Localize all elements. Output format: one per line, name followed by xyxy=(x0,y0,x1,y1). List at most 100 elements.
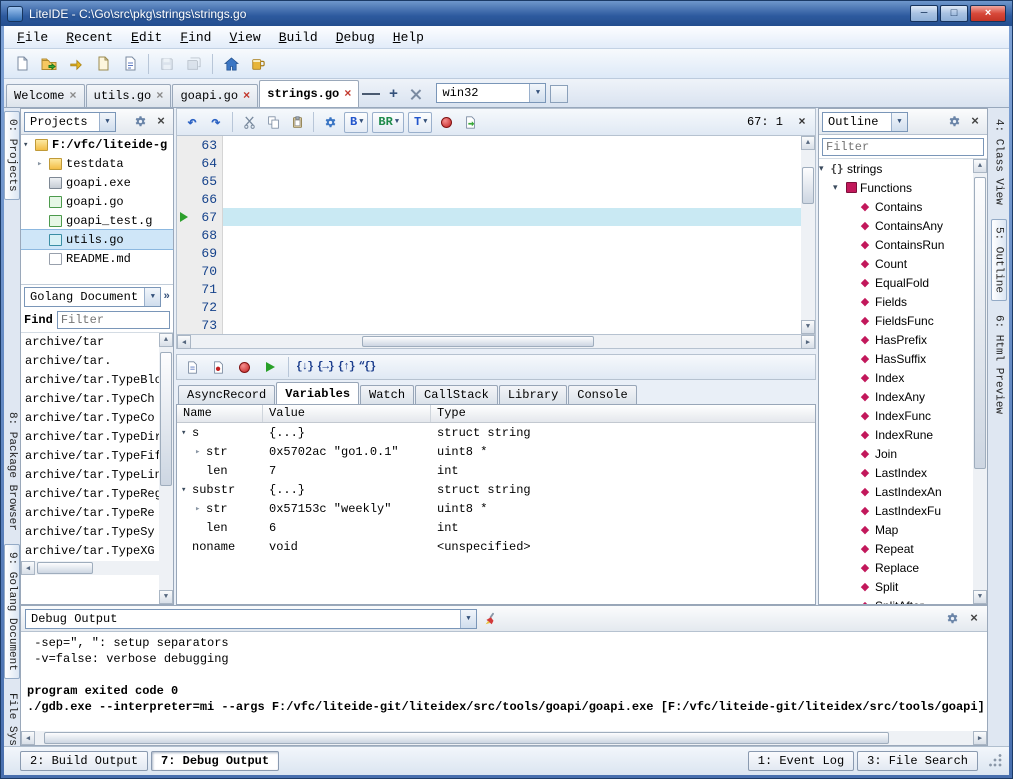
close-editor-icon[interactable] xyxy=(793,115,811,129)
list-item[interactable]: archive/tar.TypeReg xyxy=(21,485,159,504)
status-tab-button[interactable]: 2: Build Output xyxy=(20,751,148,771)
tree-item[interactable]: goapi.exe xyxy=(21,173,173,192)
outline-view-combobox[interactable]: Outline xyxy=(822,112,908,132)
list-item[interactable]: archive/tar.TypeFif xyxy=(21,447,159,466)
undo-icon[interactable] xyxy=(181,111,203,133)
step-into-icon[interactable]: {↓} xyxy=(296,361,313,373)
home-button[interactable] xyxy=(219,52,243,76)
list-item[interactable]: archive/tar.TypeDir xyxy=(21,428,159,447)
stop-debug-icon[interactable] xyxy=(233,356,255,378)
editor-gutter[interactable]: 64 xyxy=(177,154,223,172)
scroll-left-icon[interactable] xyxy=(21,561,35,575)
expander-icon[interactable] xyxy=(833,182,844,193)
tree-item[interactable]: testdata xyxy=(21,154,173,173)
code-editor[interactable]: 63 } xyxy=(176,135,816,335)
editor-gutter[interactable]: 67 xyxy=(177,208,223,226)
menu-item[interactable]: Find xyxy=(171,27,220,48)
outline-item[interactable]: ContainsAny xyxy=(819,216,973,235)
expander-icon[interactable] xyxy=(37,159,48,169)
save-all-button[interactable] xyxy=(182,52,206,76)
close-tab-icon[interactable] xyxy=(243,91,250,101)
tree-item[interactable]: F:/vfc/liteide-g xyxy=(21,135,173,154)
close-tab-icon[interactable] xyxy=(156,91,163,101)
panel-menu-gear-icon[interactable] xyxy=(131,113,149,131)
menu-item[interactable]: File xyxy=(8,27,57,48)
outline-item[interactable]: Contains xyxy=(819,197,973,216)
dock-tab[interactable]: 0: Projects xyxy=(4,111,20,200)
editor-gutter[interactable]: 63 xyxy=(177,136,223,154)
list-item[interactable]: archive/tar.TypeLin xyxy=(21,466,159,485)
godoc-filter-input[interactable] xyxy=(57,311,170,329)
table-row[interactable]: len 6 int xyxy=(177,518,815,537)
scroll-left-icon[interactable] xyxy=(177,335,191,349)
build-button[interactable]: B xyxy=(344,112,368,133)
editor-gutter[interactable]: 71 xyxy=(177,280,223,298)
run-to-line-icon[interactable]: “{} xyxy=(358,361,375,373)
outline-item[interactable]: Replace xyxy=(819,558,973,577)
outline-filter-input[interactable] xyxy=(822,138,984,156)
debug-output-text[interactable]: -sep=", ": setup separators -v=false: ve… xyxy=(21,632,987,731)
outline-item[interactable]: ContainsRun xyxy=(819,235,973,254)
table-row[interactable]: str 0x57153c "weekly" uint8 * xyxy=(177,499,815,518)
list-item[interactable]: archive/tar.TypeCh xyxy=(21,390,159,409)
outline-item[interactable]: IndexRune xyxy=(819,425,973,444)
dock-tab[interactable]: 4: Class View xyxy=(991,111,1007,213)
document-tab[interactable]: utils.go xyxy=(86,84,172,107)
open-project-button[interactable] xyxy=(37,52,61,76)
target-settings-button[interactable] xyxy=(550,85,568,103)
status-tab-button[interactable]: 1: Event Log xyxy=(748,751,854,771)
document-tab[interactable]: goapi.go xyxy=(172,84,258,107)
close-tab-icon[interactable] xyxy=(344,89,351,99)
column-header[interactable]: Value xyxy=(263,405,431,422)
file-properties-button[interactable] xyxy=(118,52,142,76)
show-current-line-icon[interactable] xyxy=(181,356,203,378)
output-view-combobox[interactable]: Debug Output xyxy=(25,609,477,629)
document-tab[interactable]: Welcome xyxy=(6,84,85,107)
table-row[interactable]: s {...} struct string xyxy=(177,423,815,442)
menu-item[interactable]: Debug xyxy=(327,27,384,48)
list-item[interactable]: archive/tar. xyxy=(21,352,159,371)
insert-breakpoint-icon[interactable] xyxy=(207,356,229,378)
dock-tab[interactable]: 5: Outline xyxy=(991,219,1007,301)
outline-item[interactable]: LastIndex xyxy=(819,463,973,482)
outline-item[interactable]: IndexFunc xyxy=(819,406,973,425)
tree-item[interactable]: goapi_test.g xyxy=(21,211,173,230)
list-item[interactable]: archive/tar.TypeRe xyxy=(21,504,159,523)
close-all-tabs-icon[interactable] xyxy=(405,84,425,104)
expander-icon[interactable] xyxy=(181,428,192,438)
close-tab-icon[interactable] xyxy=(69,91,76,101)
start-debug-icon[interactable] xyxy=(435,111,457,133)
dock-tab[interactable]: 9: Golang Document xyxy=(4,544,20,679)
liteide-options-button[interactable] xyxy=(246,52,270,76)
scroll-right-icon[interactable] xyxy=(973,731,987,745)
minimize-button[interactable] xyxy=(910,5,938,22)
new-file-button[interactable] xyxy=(10,52,34,76)
tree-item[interactable]: utils.go xyxy=(21,230,173,249)
outline-item[interactable]: SplitAfter xyxy=(819,596,973,604)
list-item[interactable]: archive/tar xyxy=(21,333,159,352)
scroll-up-icon[interactable] xyxy=(973,159,987,173)
table-row[interactable]: noname void <unspecified> xyxy=(177,537,815,556)
outline-item[interactable]: strings xyxy=(819,159,973,178)
outline-item[interactable]: HasSuffix xyxy=(819,349,973,368)
outline-item[interactable]: Split xyxy=(819,577,973,596)
outline-item[interactable]: Join xyxy=(819,444,973,463)
outline-item[interactable]: LastIndexAn xyxy=(819,482,973,501)
panel-menu-gear-icon[interactable] xyxy=(945,113,963,131)
close-panel-icon[interactable] xyxy=(966,113,984,131)
build-and-run-button[interactable]: BR xyxy=(372,112,404,133)
expander-icon[interactable] xyxy=(23,140,34,150)
step-over-icon[interactable]: {→} xyxy=(317,361,334,373)
open-file-button[interactable] xyxy=(91,52,115,76)
scroll-up-icon[interactable] xyxy=(159,333,173,347)
menu-item[interactable]: View xyxy=(220,27,269,48)
table-row[interactable]: str 0x5702ac "go1.0.1" uint8 * xyxy=(177,442,815,461)
expander-icon[interactable] xyxy=(181,485,192,495)
menu-item[interactable]: Edit xyxy=(122,27,171,48)
outline-vertical-scrollbar[interactable] xyxy=(973,159,987,604)
editor-gutter[interactable]: 68 xyxy=(177,226,223,244)
save-file-button[interactable] xyxy=(155,52,179,76)
overflow-chevron-icon[interactable]: » xyxy=(163,291,170,303)
outline-item[interactable]: HasPrefix xyxy=(819,330,973,349)
debug-tab[interactable]: Library xyxy=(499,385,567,404)
